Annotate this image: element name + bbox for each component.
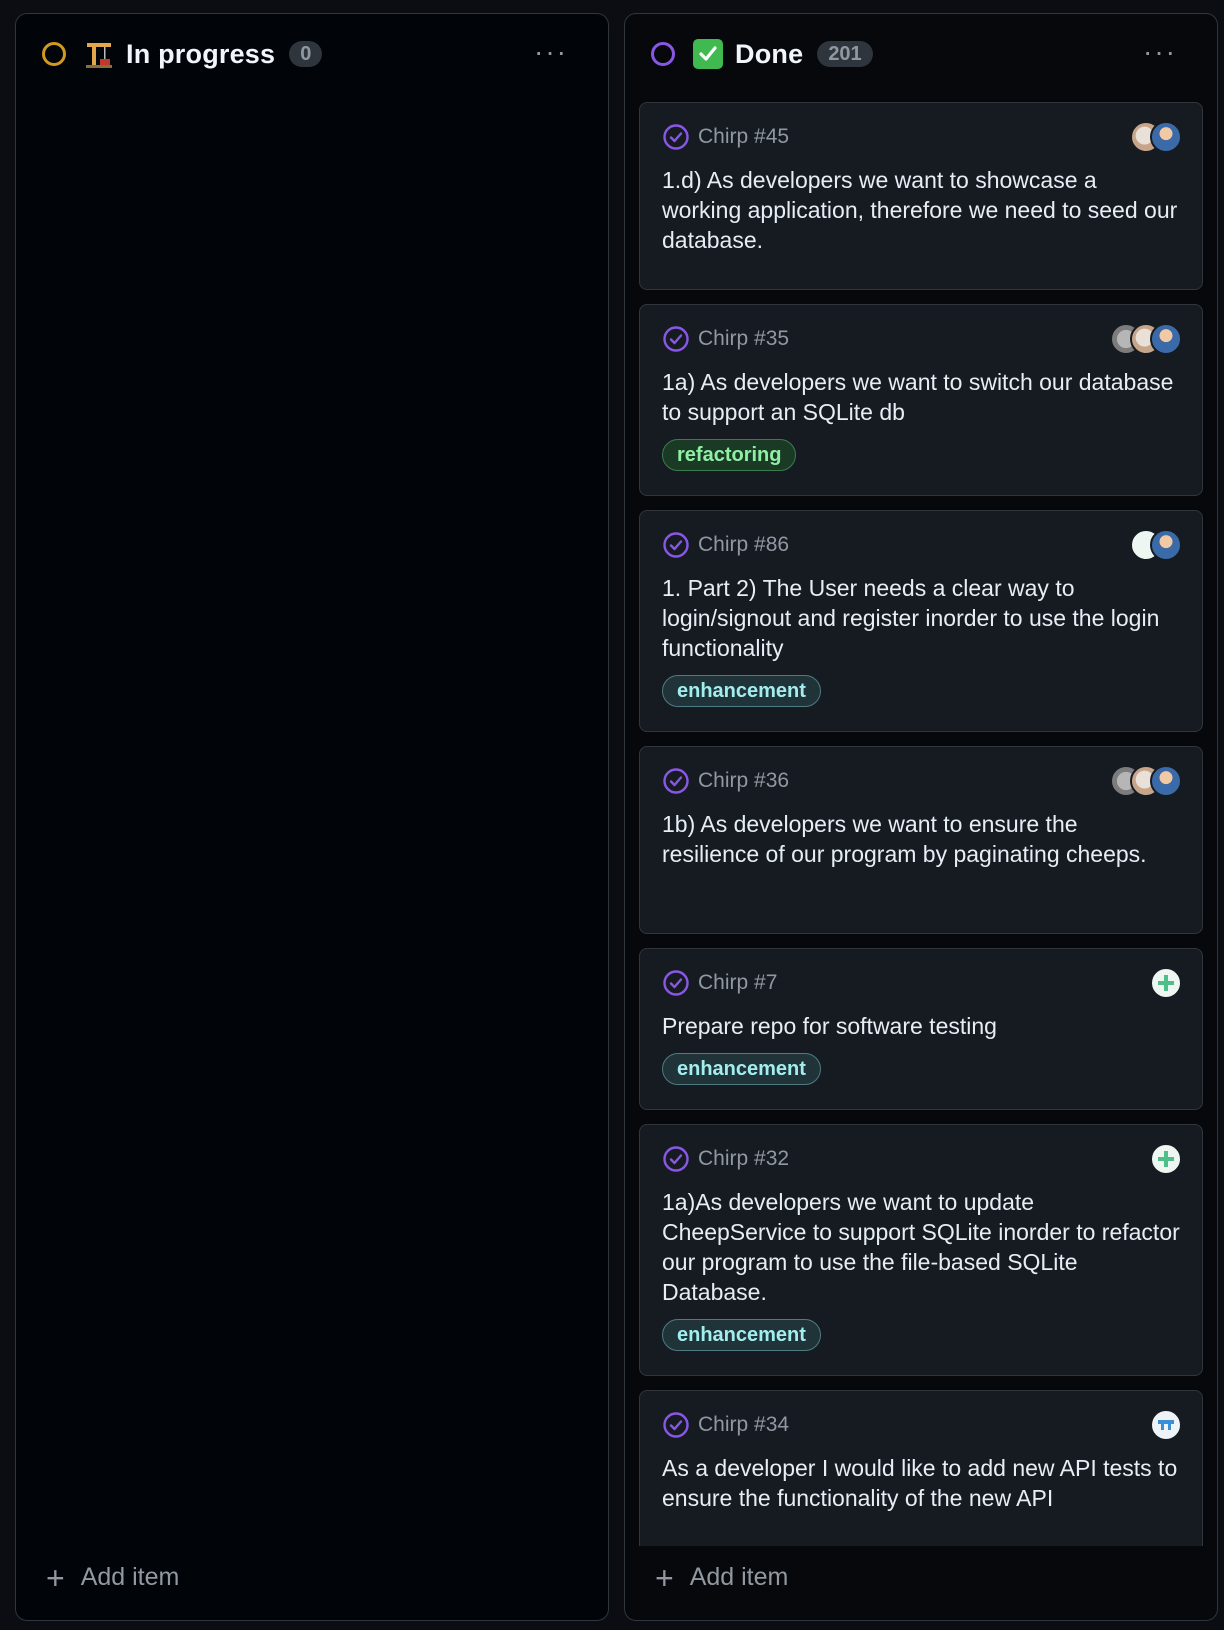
avatar: [1150, 529, 1182, 561]
column-menu-button[interactable]: ···: [534, 38, 568, 66]
issue-title[interactable]: 1.d) As developers we want to showcase a…: [662, 165, 1180, 255]
issue-reference[interactable]: Chirp #34: [698, 1413, 789, 1437]
add-item-label: Add item: [689, 1563, 789, 1591]
item-count-badge: 201: [817, 41, 873, 67]
assignee-avatars[interactable]: [1130, 529, 1182, 561]
add-item-button[interactable]: + Add item: [46, 1559, 180, 1596]
issue-card[interactable]: Chirp #32 1a)As developers we want to up…: [639, 1124, 1203, 1376]
issue-card[interactable]: Chirp #36 1b) As developers we want to e…: [639, 746, 1203, 934]
issue-title[interactable]: As a developer I would like to add new A…: [662, 1453, 1180, 1513]
column-title: Done: [735, 38, 804, 69]
avatar: [1150, 323, 1182, 355]
issue-reference[interactable]: Chirp #45: [698, 125, 789, 149]
issue-title[interactable]: 1a)As developers we want to update Cheep…: [662, 1187, 1180, 1307]
avatar: [1150, 121, 1182, 153]
issue-card[interactable]: Chirp #86 1. Part 2) The User needs a cl…: [639, 510, 1203, 732]
issue-card[interactable]: Chirp #34 As a developer I would like to…: [639, 1390, 1203, 1546]
label-badge[interactable]: enhancement: [662, 675, 821, 707]
column-header: Done 201 ···: [625, 14, 1217, 94]
assignee-avatars[interactable]: [1150, 967, 1182, 999]
issue-title[interactable]: 1b) As developers we want to ensure the …: [662, 809, 1180, 869]
issue-closed-icon: [663, 326, 689, 352]
column-header: In progress 0 ···: [16, 14, 608, 94]
label-badge[interactable]: enhancement: [662, 1053, 821, 1085]
issue-card[interactable]: Chirp #7 Prepare repo for software testi…: [639, 948, 1203, 1110]
assignee-avatars[interactable]: [1130, 121, 1182, 153]
avatar: [1150, 765, 1182, 797]
issue-closed-icon: [663, 532, 689, 558]
column-done: Done 201 ··· Chirp #45 1.d) As developer…: [624, 13, 1218, 1621]
issue-reference[interactable]: Chirp #36: [698, 769, 789, 793]
issue-reference[interactable]: Chirp #35: [698, 327, 789, 351]
issue-reference[interactable]: Chirp #86: [698, 533, 789, 557]
check-mark-button-icon: [693, 39, 723, 69]
issue-closed-icon: [663, 970, 689, 996]
issue-closed-icon: [663, 1412, 689, 1438]
label-badge[interactable]: enhancement: [662, 1319, 821, 1351]
status-circle-icon: [42, 42, 66, 66]
issue-card[interactable]: Chirp #35 1a) As developers we want to s…: [639, 304, 1203, 496]
avatar: [1150, 967, 1182, 999]
plus-icon: +: [655, 1559, 674, 1596]
avatar: [1150, 1409, 1182, 1441]
assignee-avatars[interactable]: [1150, 1143, 1182, 1175]
column-menu-button[interactable]: ···: [1143, 38, 1177, 66]
issue-title[interactable]: 1a) As developers we want to switch our …: [662, 367, 1180, 427]
plus-icon: +: [46, 1559, 65, 1596]
issue-closed-icon: [663, 1146, 689, 1172]
add-item-label: Add item: [80, 1563, 180, 1591]
card-list: Chirp #45 1.d) As developers we want to …: [639, 102, 1203, 1546]
construction-crane-icon: [84, 39, 114, 69]
item-count-badge: 0: [289, 41, 323, 67]
column-title: In progress: [126, 38, 276, 69]
add-item-button[interactable]: + Add item: [655, 1559, 789, 1596]
issue-closed-icon: [663, 124, 689, 150]
issue-title[interactable]: 1. Part 2) The User needs a clear way to…: [662, 573, 1180, 663]
assignee-avatars[interactable]: [1110, 765, 1182, 797]
assignee-avatars[interactable]: [1150, 1409, 1182, 1441]
issue-reference[interactable]: Chirp #32: [698, 1147, 789, 1171]
issue-closed-icon: [663, 768, 689, 794]
avatar: [1150, 1143, 1182, 1175]
issue-card[interactable]: Chirp #45 1.d) As developers we want to …: [639, 102, 1203, 290]
column-in-progress: In progress 0 ··· + Add item: [15, 13, 609, 1621]
assignee-avatars[interactable]: [1110, 323, 1182, 355]
issue-reference[interactable]: Chirp #7: [698, 971, 777, 995]
issue-title[interactable]: Prepare repo for software testing: [662, 1011, 1180, 1041]
status-circle-icon: [651, 42, 675, 66]
label-badge[interactable]: refactoring: [662, 439, 797, 471]
